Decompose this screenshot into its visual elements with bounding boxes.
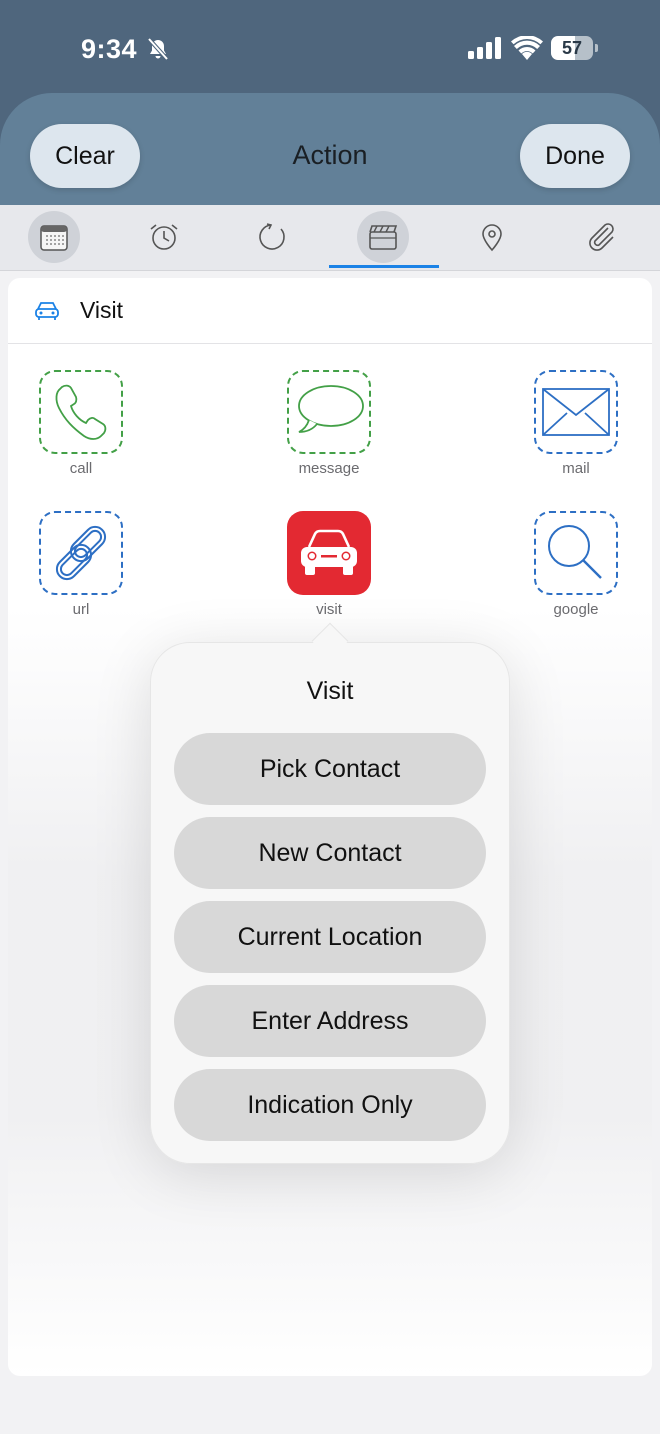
battery-icon: 57	[551, 36, 599, 60]
card-title: Visit	[80, 297, 124, 323]
new-contact-button[interactable]: New Contact	[174, 817, 486, 889]
envelope-icon	[542, 388, 610, 436]
tab-attachment[interactable]	[576, 211, 628, 263]
car-icon	[301, 529, 357, 575]
pick-contact-button[interactable]: Pick Contact	[174, 733, 486, 805]
repeat-icon	[259, 223, 285, 250]
tab-selection-indicator	[329, 265, 439, 268]
tab-alarm[interactable]	[138, 211, 190, 263]
action-label: call	[69, 460, 93, 477]
phone-icon	[55, 384, 107, 440]
tab-repeat[interactable]	[247, 211, 299, 263]
tab-location[interactable]	[466, 211, 518, 263]
action-message[interactable]: message	[269, 370, 389, 477]
tab-action[interactable]	[357, 211, 409, 263]
action-label: url	[72, 601, 90, 618]
action-mail[interactable]: mail	[516, 370, 636, 477]
location-pin-icon	[482, 224, 502, 252]
speech-bubble-icon	[298, 385, 364, 433]
action-visit[interactable]: visit	[269, 511, 389, 618]
card-header: Visit	[8, 278, 652, 344]
magnifier-icon	[548, 525, 602, 579]
action-google[interactable]: google	[516, 511, 636, 618]
done-button[interactable]: Done	[520, 124, 630, 188]
indication-only-button[interactable]: Indication Only	[174, 1069, 486, 1141]
action-label: message	[298, 460, 360, 477]
clapperboard-icon	[369, 225, 398, 250]
battery-percentage: 57	[561, 38, 583, 58]
tab-bar	[0, 205, 660, 271]
cellular-signal-icon	[468, 37, 501, 59]
calendar-icon	[40, 225, 68, 251]
status-time: 9:34	[81, 34, 138, 64]
action-label: mail	[562, 460, 590, 477]
action-call[interactable]: call	[21, 370, 141, 477]
action-label: visit	[316, 601, 342, 618]
enter-address-button[interactable]: Enter Address	[174, 985, 486, 1057]
link-icon	[55, 525, 107, 581]
clear-button[interactable]: Clear	[30, 124, 140, 188]
tab-calendar[interactable]	[28, 211, 80, 263]
status-bar: 9:34 57	[0, 0, 660, 96]
action-url[interactable]: url	[21, 511, 141, 618]
page-title: Action	[292, 140, 368, 170]
current-location-button[interactable]: Current Location	[174, 901, 486, 973]
bell-slash-icon	[147, 37, 169, 61]
wifi-icon	[511, 36, 543, 60]
alarm-clock-icon	[150, 224, 178, 250]
action-label: google	[553, 601, 599, 618]
car-icon	[35, 302, 59, 320]
paperclip-icon	[589, 223, 614, 251]
popover-title: Visit	[306, 677, 354, 705]
